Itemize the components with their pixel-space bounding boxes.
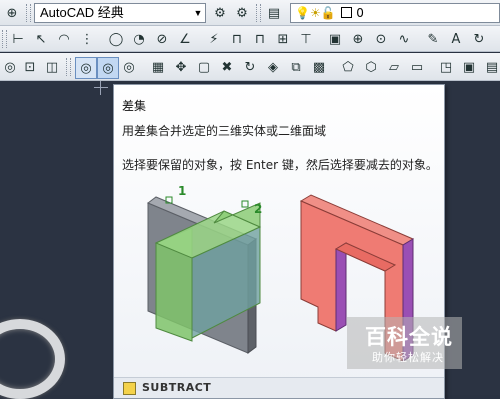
result-inner-side xyxy=(335,242,347,332)
workspace-select-value: AutoCAD 经典 xyxy=(40,5,124,20)
tooltip-instruction: 选择要保留的对象，按 Enter 键，然后选择要减去的对象。 xyxy=(122,158,438,172)
linear-dimension-icon[interactable]: ⊢ xyxy=(8,29,28,49)
ordinate-dimension-icon[interactable]: ⋮ xyxy=(77,29,97,49)
center-mark-icon[interactable]: ⊕ xyxy=(348,29,368,49)
toolbar-grip[interactable] xyxy=(66,58,71,76)
aligned-dimension-icon[interactable]: ↖ xyxy=(31,29,51,49)
pick-marker-2 xyxy=(241,200,249,208)
dimension-space-icon[interactable]: ⊞ xyxy=(273,29,293,49)
dimension-break-icon[interactable]: ⊤ xyxy=(296,29,316,49)
workspace-icon[interactable]: ⊕ xyxy=(2,3,22,23)
watermark-sub: 助你轻松解决 xyxy=(372,351,444,364)
layer-select[interactable]: 💡☀🔓 0 xyxy=(290,3,500,23)
color-faces-icon[interactable]: ▩ xyxy=(309,57,329,77)
ucs-icon-axis xyxy=(94,87,108,88)
delete-faces-icon[interactable]: ✖ xyxy=(217,57,237,77)
workspace-settings-icon[interactable]: ⚙ xyxy=(232,3,252,23)
toolbar-grip[interactable] xyxy=(26,4,31,22)
quick-dimension-icon[interactable]: ⚡ xyxy=(204,29,224,49)
dimension-update-icon[interactable]: ↻ xyxy=(469,29,489,49)
toolbar-workspaces: ⊕ AutoCAD 经典 ▼ ⚙ ⚙ ▤ 💡☀🔓 0 xyxy=(0,0,500,26)
copy-faces-icon[interactable]: ⧉ xyxy=(286,57,306,77)
command-icon xyxy=(123,382,136,395)
tooltip-description: 用差集合并选定的三维实体或二维面域 xyxy=(122,124,327,138)
radius-dimension-icon[interactable]: ◯ xyxy=(106,29,126,49)
toolbar-grip[interactable] xyxy=(2,30,7,48)
inspection-icon[interactable]: ⊙ xyxy=(371,29,391,49)
toolbar-dimension: ⊢ ↖ ◠ ⋮ ◯ ◔ ⊘ ∠ ⚡ ⊓ ⊓ ⊞ ⊤ ▣ ⊕ ⊙ ∿ ✎ A ↻ xyxy=(0,26,500,52)
intersect-solid-icon[interactable]: ◎ xyxy=(119,57,139,77)
label-1: 1 xyxy=(178,184,186,198)
jogged-dimension-icon[interactable]: ◔ xyxy=(129,29,149,49)
separate-icon[interactable]: ◳ xyxy=(436,57,456,77)
tooltip-title: 差集 xyxy=(122,99,147,113)
watermark-main: 百科全说 xyxy=(365,325,453,349)
tooltip-command: SUBTRACT xyxy=(142,381,212,394)
subtract-solid-icon[interactable]: ◎ xyxy=(97,57,119,79)
copy-edges-icon[interactable]: ⬠ xyxy=(338,57,358,77)
dimension-text-edit-icon[interactable]: A xyxy=(446,29,466,49)
arc-length-icon[interactable]: ◠ xyxy=(54,29,74,49)
dimension-edit-icon[interactable]: ✎ xyxy=(423,29,443,49)
move-faces-icon[interactable]: ✥ xyxy=(171,57,191,77)
tolerance-icon[interactable]: ▣ xyxy=(325,29,345,49)
solid-edit-icon[interactable]: ⊡ xyxy=(20,57,40,77)
watermark-logo: 百科全说 助你轻松解决 xyxy=(347,317,462,369)
union-solid-icon[interactable]: ◎ xyxy=(75,57,97,79)
angular-dimension-icon[interactable]: ∠ xyxy=(175,29,195,49)
toolbar-grip[interactable] xyxy=(256,4,261,22)
offset-faces-icon[interactable]: ▢ xyxy=(194,57,214,77)
workspace-select[interactable]: AutoCAD 经典 ▼ xyxy=(34,3,206,23)
color-edges-icon[interactable]: ⬡ xyxy=(361,57,381,77)
jogged-linear-icon[interactable]: ∿ xyxy=(394,29,414,49)
diameter-dimension-icon[interactable]: ⊘ xyxy=(152,29,172,49)
check-icon[interactable]: ▤ xyxy=(482,57,500,77)
imprint-icon[interactable]: ▱ xyxy=(384,57,404,77)
gear-icon[interactable]: ⚙ xyxy=(210,3,230,23)
chevron-down-icon[interactable]: ▼ xyxy=(191,4,205,22)
union-icon[interactable]: ◎ xyxy=(0,57,20,77)
shell-icon[interactable]: ▣ xyxy=(459,57,479,77)
torus-model xyxy=(0,319,65,399)
label-2: 2 xyxy=(254,202,262,216)
continue-dimension-icon[interactable]: ⊓ xyxy=(250,29,270,49)
rotate-faces-icon[interactable]: ↻ xyxy=(240,57,260,77)
extrude-faces-icon[interactable]: ▦ xyxy=(148,57,168,77)
toolbar-modeling: ◎ ⊡ ◫ ◎ ◎ ◎ ▦ ✥ ▢ ✖ ↻ ◈ ⧉ ▩ ⬠ ⬡ ▱ ▭ ◳ ▣ … xyxy=(0,53,500,81)
layer-select-value: 0 xyxy=(356,6,364,20)
baseline-dimension-icon[interactable]: ⊓ xyxy=(227,29,247,49)
layer-color-swatch xyxy=(341,7,353,18)
clean-icon[interactable]: ▭ xyxy=(407,57,427,77)
box-solid-icon[interactable]: ◫ xyxy=(42,57,62,77)
layer-properties-icon[interactable]: ▤ xyxy=(264,3,284,23)
ucs-icon xyxy=(100,81,101,95)
layer-state-icons: 💡☀🔓 xyxy=(295,6,336,20)
taper-faces-icon[interactable]: ◈ xyxy=(263,57,283,77)
